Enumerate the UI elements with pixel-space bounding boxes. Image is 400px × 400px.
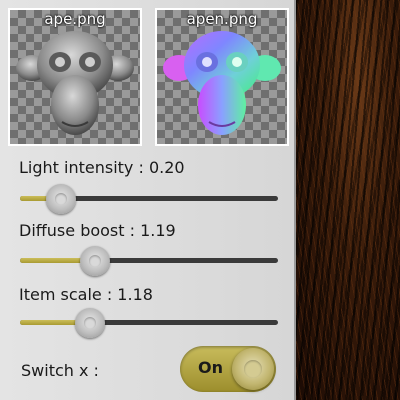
item-scale-slider[interactable] bbox=[20, 308, 278, 338]
switch-x-toggle[interactable]: On bbox=[180, 346, 276, 392]
background-texture bbox=[296, 0, 400, 400]
monkey-head-normal-map-icon bbox=[163, 31, 281, 135]
light-intensity-label: Light intensity : 0.20 bbox=[19, 158, 185, 177]
slider-handle[interactable] bbox=[74, 308, 105, 338]
slider-handle[interactable] bbox=[79, 246, 110, 276]
settings-panel: ape.png apen.png Light intensity: 0.20 … bbox=[0, 0, 296, 400]
item-scale-label: Item scale : 1.18 bbox=[19, 285, 153, 304]
thumbnail-filename: ape.png bbox=[44, 10, 106, 28]
slider-handle[interactable] bbox=[46, 184, 77, 214]
toggle-knob[interactable] bbox=[232, 348, 274, 390]
switch-x-label: Switch x : bbox=[21, 361, 99, 380]
toggle-state-text: On bbox=[198, 358, 223, 377]
light-intensity-slider[interactable] bbox=[20, 184, 278, 214]
diffuse-boost-slider[interactable] bbox=[20, 246, 278, 276]
thumbnail-filename: apen.png bbox=[186, 10, 258, 28]
diffuse-boost-label: Diffuse boost : 1.19 bbox=[19, 221, 176, 240]
thumbnail-apen[interactable]: apen.png bbox=[155, 8, 289, 146]
monkey-head-grayscale-icon bbox=[16, 31, 134, 135]
thumbnail-ape[interactable]: ape.png bbox=[8, 8, 142, 146]
